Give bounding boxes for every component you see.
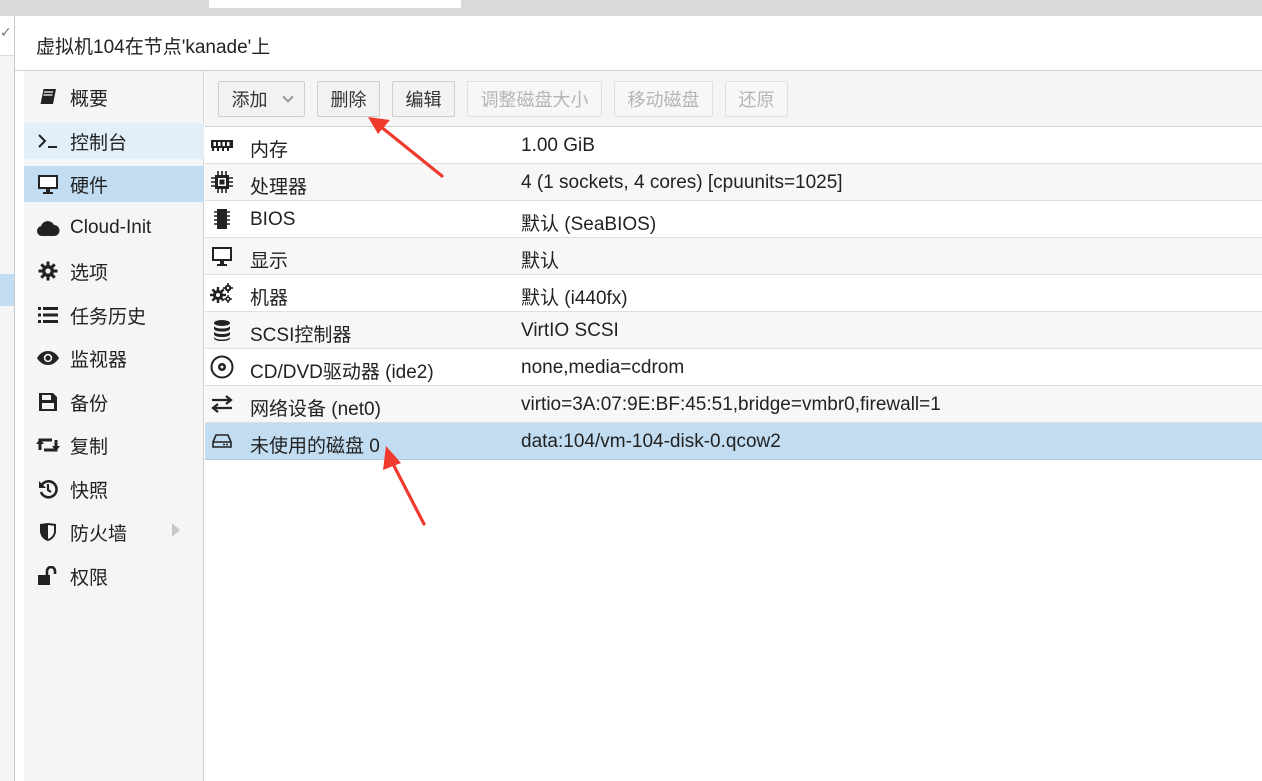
edit-button-label: 编辑 [405,90,442,110]
table-row[interactable]: 内存 1.00 GiB [205,127,1262,164]
nav-item-label: 备份 [70,393,109,415]
nav-item-label: 监视器 [70,349,128,371]
remove-button-label: 删除 [330,90,367,110]
nav-item-label: 概要 [70,88,109,110]
hardware-name: 处理器 [250,177,308,198]
desktop-icon [209,245,235,267]
database-icon [209,319,235,341]
table-row[interactable]: 显示 默认 [205,238,1262,275]
resize-disk-button-label: 调整磁盘大小 [480,90,589,110]
browser-tab-fragment [209,0,461,8]
resource-tree-edge: ✓ [0,16,15,781]
revert-button[interactable]: 还原 [725,81,788,117]
eye-icon [24,350,70,366]
hardware-value: 默认 (i440fx) [521,288,628,309]
cdrom-icon [209,355,235,379]
nav-item-monitor[interactable]: 监视器 [24,340,204,376]
shield-icon [24,522,70,542]
nav-item-label: Cloud-Init [70,217,152,238]
hardware-name: BIOS [250,209,296,230]
window-header: 虚拟机104在节点'kanade'上 [15,16,1262,71]
nav-item-firewall[interactable]: 防火墙 [24,514,204,550]
nav-item-replication[interactable]: 复制 [24,427,204,463]
nav-item-label: 控制台 [70,132,128,154]
nav-item-label: 权限 [70,567,109,589]
cpu-icon [209,171,235,193]
move-disk-button[interactable]: 移动磁盘 [614,81,713,117]
hardware-value: 1.00 GiB [521,135,595,156]
resource-tree-selected-item[interactable] [0,274,14,306]
hdd-icon [209,430,235,452]
memory-icon [209,134,235,156]
exchange-icon [209,393,235,415]
hardware-toolbar: 添加 删除 编辑 调整磁盘大小 移动磁盘 还原 [205,71,1262,127]
hardware-value: 默认 (SeaBIOS) [521,214,657,235]
table-row[interactable]: SCSI控制器 VirtIO SCSI [205,312,1262,349]
revert-button-label: 还原 [738,90,775,110]
add-button[interactable]: 添加 [218,81,305,117]
submenu-arrow-icon[interactable] [172,523,180,537]
nav-item-label: 复制 [70,436,109,458]
nav-item-cloud-init[interactable]: Cloud-Init [24,210,204,246]
move-disk-button-label: 移动磁盘 [627,90,700,110]
book-icon [24,88,70,106]
hardware-name: 网络设备 (net0) [250,399,381,420]
hardware-grid: 内存 1.00 GiB 处理器 4 (1 sockets, 4 cores) [… [205,127,1262,460]
table-row[interactable]: BIOS 默认 (SeaBIOS) [205,201,1262,238]
hardware-value: none,media=cdrom [521,357,685,378]
cloud-icon [24,219,70,237]
nav-item-permissions[interactable]: 权限 [24,558,204,594]
resize-disk-button[interactable]: 调整磁盘大小 [467,81,602,117]
hardware-value: 4 (1 sockets, 4 cores) [cpuunits=1025] [521,172,843,193]
hardware-name: 内存 [250,140,289,161]
nav-item-hardware[interactable]: 硬件 [24,166,204,202]
unlock-icon [24,566,70,586]
table-row[interactable]: 机器 默认 (i440fx) [205,275,1262,312]
floppy-icon [24,392,70,412]
hardware-name: 显示 [250,251,289,272]
hardware-value: virtio=3A:07:9E:BF:45:51,bridge=vmbr0,fi… [521,394,941,415]
hardware-value: VirtIO SCSI [521,320,619,341]
browser-top-strip [0,0,1262,16]
desktop-icon [24,174,70,194]
resource-tree-header: ✓ [0,16,14,56]
edit-button[interactable]: 编辑 [392,81,455,117]
hardware-value: data:104/vm-104-disk-0.qcow2 [521,431,781,452]
table-row[interactable]: 处理器 4 (1 sockets, 4 cores) [cpuunits=102… [205,164,1262,201]
hardware-name: 机器 [250,288,289,309]
hardware-value: 默认 [521,251,560,272]
history-icon [24,479,70,499]
chevron-down-icon [281,90,294,103]
nav-item-label: 选项 [70,262,109,284]
table-row[interactable]: 未使用的磁盘 0 data:104/vm-104-disk-0.qcow2 [205,423,1262,460]
window-title: 虚拟机104在节点'kanade'上 [36,37,271,58]
nav-item-label: 任务历史 [70,306,147,328]
nav-item-label: 防火墙 [70,523,128,545]
table-row[interactable]: CD/DVD驱动器 (ide2) none,media=cdrom [205,349,1262,386]
remove-button[interactable]: 删除 [317,81,380,117]
nav-item-console[interactable]: 控制台 [24,123,204,159]
retweet-icon [24,436,70,454]
nav-item-label: 快照 [70,480,109,502]
nav-item-label: 硬件 [70,175,109,197]
nav-item-options[interactable]: 选项 [24,253,204,289]
hardware-name: CD/DVD驱动器 (ide2) [250,362,434,383]
terminal-icon [24,133,70,149]
add-button-label: 添加 [231,90,268,110]
table-row[interactable]: 网络设备 (net0) virtio=3A:07:9E:BF:45:51,bri… [205,386,1262,423]
gear-icon [24,261,70,281]
hardware-name: SCSI控制器 [250,325,352,346]
grid-empty-area [205,461,1262,781]
list-icon [24,306,70,324]
vm-nav-menu: 概要 控制台 硬件 Cloud-Init 选项 任务历史 监视器 备份 复制 快… [24,71,204,781]
nav-item-backup[interactable]: 备份 [24,384,204,420]
nav-item-snapshot[interactable]: 快照 [24,471,204,507]
nav-item-summary[interactable]: 概要 [24,79,204,115]
nav-item-task-history[interactable]: 任务历史 [24,297,204,333]
microchip-icon [209,208,235,230]
check-icon: ✓ [0,24,12,40]
cogs-icon [209,282,235,304]
hardware-name: 未使用的磁盘 0 [250,436,380,457]
